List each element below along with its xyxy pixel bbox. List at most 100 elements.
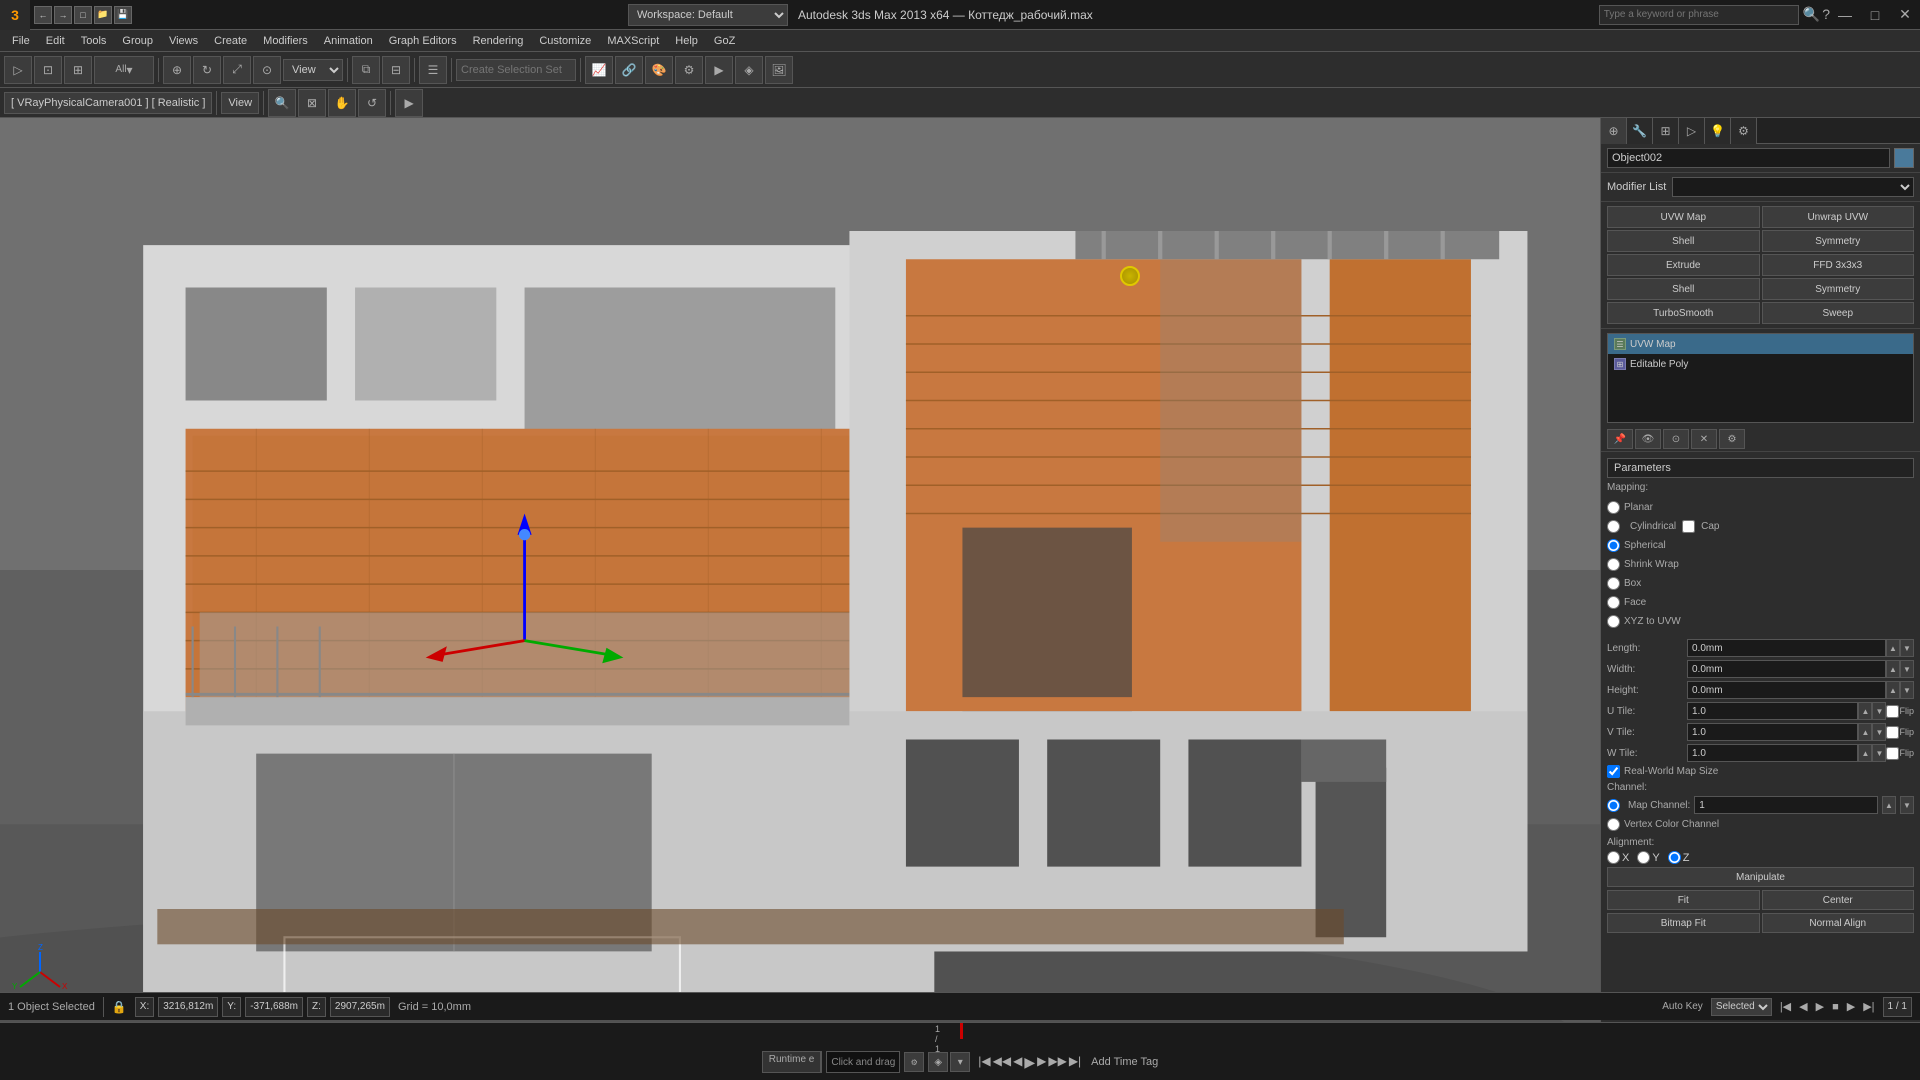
mod-uvwmap[interactable]: UVW Map <box>1607 206 1760 228</box>
render-btn[interactable]: ▶ <box>705 56 733 84</box>
radio-face[interactable]: Face <box>1607 593 1914 611</box>
timeline-prev-btn[interactable]: ◀◀ <box>993 1054 1011 1071</box>
manipulate-btn[interactable]: Manipulate <box>1607 867 1914 887</box>
make-unique-btn[interactable]: ⊙ <box>1663 429 1689 449</box>
width-down-btn[interactable]: ▼ <box>1900 660 1914 678</box>
key-filters-btn[interactable]: ⚙ <box>904 1052 924 1072</box>
goto-start-btn[interactable]: |◀ <box>1780 1000 1791 1013</box>
filter-dropdown-btn[interactable]: All▾ <box>94 56 154 84</box>
timeline-next-btn[interactable]: ▶▶ <box>1048 1054 1066 1071</box>
configure-sets-btn[interactable]: ⚙ <box>1719 429 1745 449</box>
utile-flip-check[interactable] <box>1886 705 1899 718</box>
select-object-btn[interactable]: ⊞ <box>64 56 92 84</box>
menu-file[interactable]: File <box>4 33 38 49</box>
active-shade-btn[interactable]: ◈ <box>735 56 763 84</box>
pan-btn[interactable]: ✋ <box>328 89 356 117</box>
wtile-flip-check[interactable] <box>1886 747 1899 760</box>
goto-end-btn[interactable]: ▶| <box>1863 1000 1874 1013</box>
mod-ffd[interactable]: FFD 3x3x3 <box>1762 254 1915 276</box>
radio-shrinkwrap[interactable]: Shrink Wrap <box>1607 555 1914 573</box>
timeline-play-btn[interactable]: ▶ <box>1024 1054 1035 1071</box>
modifier-list-dropdown[interactable] <box>1672 177 1914 197</box>
mod-symmetry-1[interactable]: Symmetry <box>1762 230 1915 252</box>
tab-create[interactable]: ⊕ <box>1601 118 1627 144</box>
map-channel-input[interactable] <box>1694 796 1878 814</box>
selection-set-input[interactable] <box>456 59 576 81</box>
pin-stack-btn[interactable]: 📌 <box>1607 429 1633 449</box>
walkthrough-btn[interactable]: ▶ <box>395 89 423 117</box>
timeline-goto-end-btn[interactable]: ▶| <box>1069 1054 1081 1071</box>
view-mode-btn[interactable]: View <box>221 92 259 114</box>
wtile-up-btn[interactable]: ▲ <box>1858 744 1872 762</box>
length-up-btn[interactable]: ▲ <box>1886 639 1900 657</box>
search-input[interactable] <box>1599 5 1799 25</box>
zoom-btn[interactable]: 🔍 <box>268 89 296 117</box>
material-editor-btn[interactable]: 🎨 <box>645 56 673 84</box>
help-icon[interactable]: ? <box>1822 6 1830 23</box>
normal-align-btn[interactable]: Normal Align <box>1762 913 1915 933</box>
render-setup-btn[interactable]: ⚙ <box>675 56 703 84</box>
tab-hierarchy[interactable]: ⊞ <box>1653 118 1679 144</box>
tab-utilities[interactable]: ⚙ <box>1731 118 1757 144</box>
add-time-tag-btn[interactable]: Add Time Tag <box>1091 1056 1158 1068</box>
zoom-all-btn[interactable]: ⊠ <box>298 89 326 117</box>
mapchan-down-btn[interactable]: ▼ <box>1900 796 1914 814</box>
viewport-label-btn[interactable]: [ VRayPhysicalCamera001 ] [ Realistic ] <box>4 92 212 114</box>
select-tool-btn[interactable]: ▷ <box>4 56 32 84</box>
menu-customize[interactable]: Customize <box>531 33 599 49</box>
vtile-input[interactable] <box>1687 723 1858 741</box>
vtile-flip-check[interactable] <box>1886 726 1899 739</box>
menu-help[interactable]: Help <box>667 33 706 49</box>
utile-up-btn[interactable]: ▲ <box>1858 702 1872 720</box>
mod-unwrap[interactable]: Unwrap UVW <box>1762 206 1915 228</box>
height-up-btn[interactable]: ▲ <box>1886 681 1900 699</box>
radio-spherical[interactable]: Spherical <box>1607 536 1914 554</box>
mirror-btn[interactable]: ⧉ <box>352 56 380 84</box>
wtile-down-btn[interactable]: ▼ <box>1872 744 1886 762</box>
center-btn[interactable]: Center <box>1762 890 1915 910</box>
align-y-radio[interactable] <box>1637 851 1650 864</box>
tab-motion[interactable]: ▷ <box>1679 118 1705 144</box>
align-x-radio[interactable] <box>1607 851 1620 864</box>
key-options-btn[interactable]: ▾ <box>950 1052 970 1072</box>
select-move-btn[interactable]: ⊕ <box>163 56 191 84</box>
mod-symmetry-2[interactable]: Symmetry <box>1762 278 1915 300</box>
align-z-radio[interactable] <box>1668 851 1681 864</box>
open-btn[interactable]: 📁 <box>94 6 112 24</box>
menu-create[interactable]: Create <box>206 33 255 49</box>
select-place-btn[interactable]: ⊙ <box>253 56 281 84</box>
vtile-down-btn[interactable]: ▼ <box>1872 723 1886 741</box>
width-input[interactable] <box>1687 660 1886 678</box>
runtime-label[interactable]: Runtime e <box>763 1052 822 1072</box>
mod-sweep[interactable]: Sweep <box>1762 302 1915 324</box>
menu-group[interactable]: Group <box>114 33 161 49</box>
render-frame-btn[interactable]: 🖼 <box>765 56 793 84</box>
key-filter-dropdown[interactable]: Selected <box>1711 998 1772 1016</box>
mod-shell-1[interactable]: Shell <box>1607 230 1760 252</box>
realworld-check[interactable] <box>1607 765 1620 778</box>
mapchan-up-btn[interactable]: ▲ <box>1882 796 1896 814</box>
timeline-prev-frame-btn[interactable]: ◀ <box>1013 1054 1022 1071</box>
parameters-header[interactable]: Parameters <box>1607 458 1914 478</box>
width-up-btn[interactable]: ▲ <box>1886 660 1900 678</box>
viewport[interactable]: [ VRayPhysicalCamera001 ] [ Realistic ] <box>0 118 1600 1022</box>
play-btn[interactable]: ▶ <box>1816 1000 1824 1013</box>
menu-goz[interactable]: GoZ <box>706 33 743 49</box>
object-name-input[interactable] <box>1607 148 1890 168</box>
height-input[interactable] <box>1687 681 1886 699</box>
timeline-goto-start-btn[interactable]: |◀ <box>978 1054 990 1071</box>
reference-coord-dropdown[interactable]: View <box>283 59 343 81</box>
utile-input[interactable] <box>1687 702 1858 720</box>
menu-views[interactable]: Views <box>161 33 206 49</box>
mod-shell-2[interactable]: Shell <box>1607 278 1760 300</box>
menu-graph-editors[interactable]: Graph Editors <box>381 33 465 49</box>
tab-display[interactable]: 💡 <box>1705 118 1731 144</box>
workspace-dropdown[interactable]: Workspace: Default <box>628 4 788 26</box>
maximize-btn[interactable]: □ <box>1860 0 1890 30</box>
curve-editor-btn[interactable]: 📈 <box>585 56 613 84</box>
fit-btn[interactable]: Fit <box>1607 890 1760 910</box>
menu-tools[interactable]: Tools <box>73 33 115 49</box>
tab-modify[interactable]: 🔧 <box>1627 118 1653 144</box>
menu-maxscript[interactable]: MAXScript <box>599 33 667 49</box>
radio-cylindrical[interactable]: Cylindrical Cap <box>1607 517 1914 535</box>
